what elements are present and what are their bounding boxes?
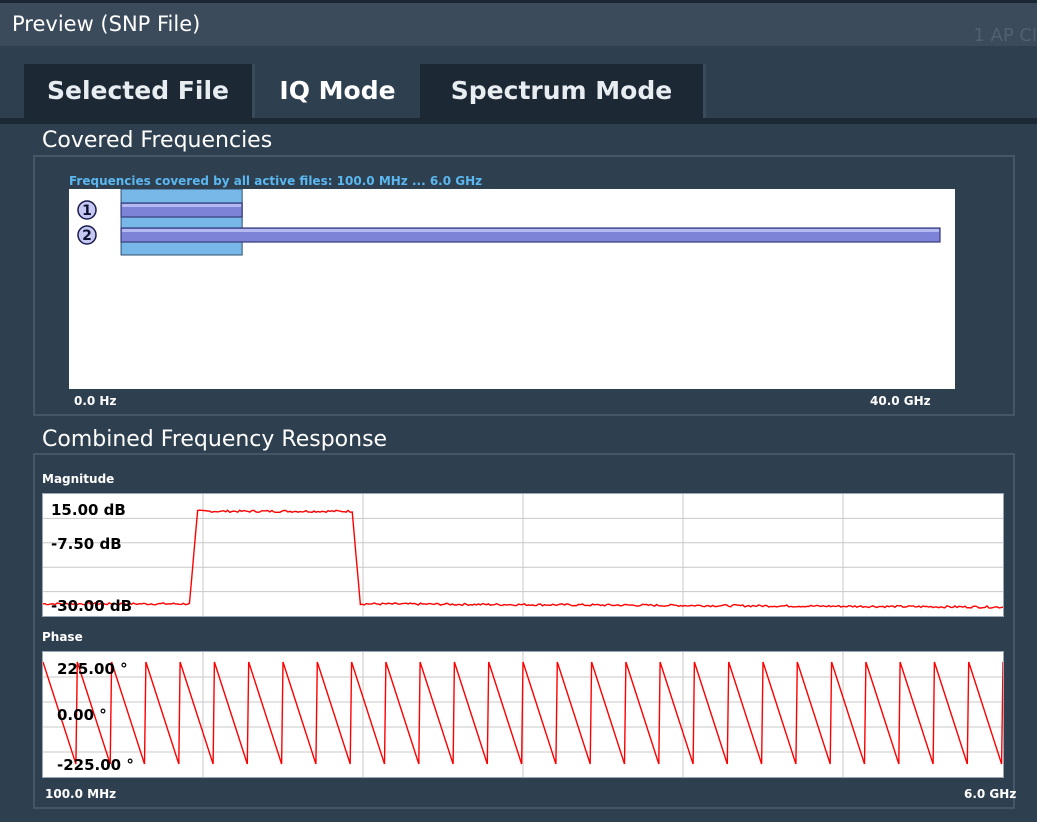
phase-plot: 225.00 ° 0.00 ° -225.00 ° <box>42 651 1004 778</box>
tab-label: Spectrum Mode <box>450 76 673 105</box>
phase-tick-label: -225.00 ° <box>57 756 134 774</box>
tab-label: Selected File <box>47 76 229 105</box>
magnitude-svg: 15.00 dB -7.50 dB -30.00 dB <box>42 494 1004 616</box>
file-index-label: 1 <box>82 203 92 219</box>
phase-tick-label: 225.00 ° <box>57 660 128 678</box>
covered-caption: Frequencies covered by all active files:… <box>69 174 483 188</box>
covered-frequencies-title: Covered Frequencies <box>42 128 273 153</box>
phase-tick-label: 0.00 ° <box>57 706 107 724</box>
tab-iq-mode[interactable]: IQ Mode <box>255 64 420 118</box>
title-bar: Preview (SNP File) 1 AP Cl <box>0 0 1037 46</box>
response-axis-end: 6.0 GHz <box>964 787 1017 801</box>
file-index-label: 2 <box>82 228 92 244</box>
phase-svg: 225.00 ° 0.00 ° -225.00 ° <box>42 652 1004 777</box>
covered-frequencies-plot: 12 <box>69 188 955 389</box>
magnitude-tick-label: 15.00 dB <box>51 501 126 519</box>
magnitude-tick-label: -30.00 dB <box>51 597 132 615</box>
mode-tabs: Selected File IQ Mode Spectrum Mode <box>24 64 1024 118</box>
phase-label: Phase <box>42 630 83 644</box>
common-range-band <box>120 188 243 256</box>
covered-axis-end: 40.0 GHz <box>870 394 931 408</box>
magnitude-plot: 15.00 dB -7.50 dB -30.00 dB <box>42 493 1004 617</box>
window-title: Preview (SNP File) <box>12 12 201 36</box>
tab-underline <box>0 118 1037 124</box>
background-channel-label: 1 AP Cl <box>973 25 1037 46</box>
magnitude-tick-label: -7.50 dB <box>51 535 122 553</box>
preview-window: Preview (SNP File) 1 AP Cl Selected File… <box>0 0 1037 822</box>
tab-label: IQ Mode <box>279 76 396 105</box>
covered-frequencies-svg: 12 <box>77 188 941 256</box>
magnitude-label: Magnitude <box>42 472 115 486</box>
file-range-bar-highlight <box>122 229 940 232</box>
response-axis-start: 100.0 MHz <box>45 787 117 801</box>
file-range-bar-highlight <box>122 204 242 207</box>
covered-axis-start: 0.0 Hz <box>74 394 117 408</box>
combined-response-title: Combined Frequency Response <box>42 427 388 452</box>
tab-selected-file[interactable]: Selected File <box>24 64 255 118</box>
tab-spectrum-mode[interactable]: Spectrum Mode <box>420 64 706 118</box>
